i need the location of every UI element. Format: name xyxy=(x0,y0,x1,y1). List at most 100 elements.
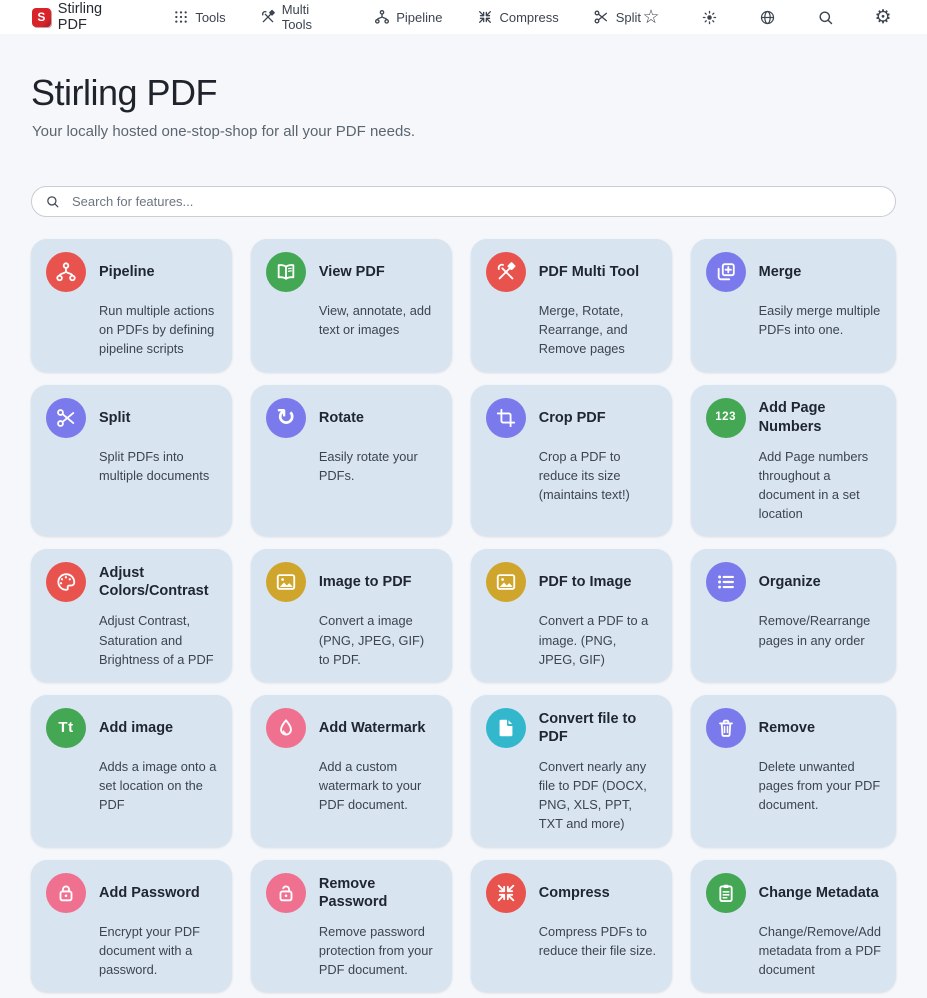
card-title: PDF Multi Tool xyxy=(539,263,639,281)
pipeline-icon xyxy=(373,9,390,26)
card-description: Compress PDFs to reduce their file size. xyxy=(539,922,657,960)
card-description: Remove password protection from your PDF… xyxy=(319,922,437,980)
card-add-page-numbers[interactable]: 123 Add Page Numbers Add Page numbers thro… xyxy=(691,385,896,537)
numbers-123-icon: 123 xyxy=(706,398,746,438)
card-title: Remove Password xyxy=(319,875,437,911)
settings-button[interactable]: ⚙ xyxy=(873,7,893,27)
card-description: Add a custom watermark to your PDF docum… xyxy=(319,757,437,815)
page-title: Stirling PDF xyxy=(31,72,896,114)
card-pipeline[interactable]: PipelineRun multiple actions on PDFs by … xyxy=(31,239,232,372)
search-input[interactable] xyxy=(70,193,882,210)
card-description: Change/Remove/Add metadata from a PDF do… xyxy=(759,922,881,980)
card-title: PDF to Image xyxy=(539,573,632,591)
brand-label: Stirling PDF xyxy=(58,1,135,33)
nav-item-split[interactable]: Split xyxy=(593,9,641,26)
card-add-watermark[interactable]: Add Watermark Add a custom watermark to y… xyxy=(251,695,452,847)
card-crop-pdf[interactable]: Crop PDFCrop a PDF to reduce its size (m… xyxy=(471,385,672,537)
unlock-icon xyxy=(266,873,306,913)
theme-toggle-button[interactable] xyxy=(699,7,719,27)
card-change-metadata[interactable]: Change Metadata Change/Remove/Add metadat… xyxy=(691,860,896,993)
card-description: View, annotate, add text or images xyxy=(319,301,437,339)
droplet-icon xyxy=(266,708,306,748)
scissors-icon xyxy=(593,9,610,26)
card-description: Convert nearly any file to PDF (DOCX, PN… xyxy=(539,757,657,834)
brand[interactable]: S Stirling PDF xyxy=(32,1,134,33)
card-merge[interactable]: Merge Easily merge multiple PDFs into one… xyxy=(691,239,896,372)
card-view-pdf[interactable]: View PDF View, annotate, add text or imag… xyxy=(251,239,452,372)
card-convert-file-to-pdf[interactable]: Convert file to PDF Convert nearly any fi… xyxy=(471,695,672,847)
merge-icon xyxy=(706,252,746,292)
card-adjust-colors-contrast[interactable]: Adjust Colors/Contrast Adjust Contrast, S… xyxy=(31,549,232,682)
nav-menu: Tools Multi Tools Pipeline Compress Split xyxy=(172,2,641,32)
card-organize[interactable]: Organize Remove/Rearrange pages in any or… xyxy=(691,549,896,682)
card-remove-password[interactable]: Remove Password Remove password protectio… xyxy=(251,860,452,993)
card-description: Split PDFs into multiple documents xyxy=(99,447,217,485)
star-icon: ☆ xyxy=(643,9,660,26)
card-title: Adjust Colors/Contrast xyxy=(99,564,217,600)
card-remove[interactable]: RemoveDelete unwanted pages from your PD… xyxy=(691,695,896,847)
rotate-icon: ↻ xyxy=(266,398,306,438)
nav-item-compress[interactable]: Compress xyxy=(476,9,558,26)
nav-item-label: Tools xyxy=(195,10,225,25)
nav-item-tools[interactable]: Tools xyxy=(172,9,225,26)
card-add-password[interactable]: Add PasswordEncrypt your PDF document wi… xyxy=(31,860,232,993)
card-title: Remove xyxy=(759,719,815,737)
search-bar xyxy=(31,186,896,217)
card-image-to-pdf[interactable]: Image to PDF Convert a image (PNG, JPEG, … xyxy=(251,549,452,682)
card-description: Remove/Rearrange pages in any order xyxy=(759,611,881,649)
card-description: Convert a image (PNG, JPEG, GIF) to PDF. xyxy=(319,611,437,669)
nav-actions: ☆⚙ xyxy=(641,7,893,27)
card-title: Add image xyxy=(99,719,173,737)
crop-icon xyxy=(486,398,526,438)
card-rotate[interactable]: ↻RotateEasily rotate your PDFs. xyxy=(251,385,452,537)
card-add-image[interactable]: Tt Add image Adds a image onto a set locat… xyxy=(31,695,232,847)
card-pdf-multi-tool[interactable]: PDF Multi Tool Merge, Rotate, Rearrange, … xyxy=(471,239,672,372)
search-icon xyxy=(45,194,60,209)
nav-item-label: Multi Tools xyxy=(282,2,340,32)
language-button[interactable] xyxy=(757,7,777,27)
card-title: Pipeline xyxy=(99,263,155,281)
card-description: Adjust Contrast, Saturation and Brightne… xyxy=(99,611,217,669)
lock-icon xyxy=(46,873,86,913)
gear-icon: ⚙ xyxy=(875,9,892,26)
card-title: Merge xyxy=(759,263,802,281)
card-compress[interactable]: CompressCompress PDFs to reduce their fi… xyxy=(471,860,672,993)
card-title: View PDF xyxy=(319,263,385,281)
nav-item-label: Compress xyxy=(499,10,558,25)
list-icon xyxy=(706,562,746,602)
card-split[interactable]: SplitSplit PDFs into multiple documents xyxy=(31,385,232,537)
search-button[interactable] xyxy=(815,7,835,27)
nav-item-multi-tools[interactable]: Multi Tools xyxy=(260,2,340,32)
card-description: Easily merge multiple PDFs into one. xyxy=(759,301,881,339)
main-content: Stirling PDF Your locally hosted one-sto… xyxy=(0,72,927,998)
text-type-icon: Tt xyxy=(46,708,86,748)
card-title: Add Page Numbers xyxy=(759,399,881,435)
card-description: Easily rotate your PDFs. xyxy=(319,447,437,485)
card-title: Add Password xyxy=(99,884,200,902)
card-pdf-to-image[interactable]: PDF to Image Convert a PDF to a image. (P… xyxy=(471,549,672,682)
nav-item-pipeline[interactable]: Pipeline xyxy=(373,9,442,26)
card-title: Add Watermark xyxy=(319,719,426,737)
card-title: Image to PDF xyxy=(319,573,412,591)
sun-icon xyxy=(701,9,718,26)
card-description: Add Page numbers throughout a document i… xyxy=(759,447,881,524)
card-title: Change Metadata xyxy=(759,884,879,902)
trash-icon xyxy=(706,708,746,748)
card-title: Organize xyxy=(759,573,821,591)
search-icon xyxy=(817,9,834,26)
features-grid: PipelineRun multiple actions on PDFs by … xyxy=(31,239,896,998)
nav-item-label: Pipeline xyxy=(396,10,442,25)
card-description: Adds a image onto a set location on the … xyxy=(99,757,217,815)
image-icon xyxy=(266,562,306,602)
grid-icon xyxy=(172,9,189,26)
globe-icon xyxy=(759,9,776,26)
stirling-logo-icon: S xyxy=(32,8,51,27)
favourites-button[interactable]: ☆ xyxy=(641,7,661,27)
file-icon xyxy=(486,708,526,748)
clipboard-icon xyxy=(706,873,746,913)
card-description: Convert a PDF to a image. (PNG, JPEG, GI… xyxy=(539,611,657,669)
card-title: Convert file to PDF xyxy=(539,710,657,746)
pipeline-icon xyxy=(46,252,86,292)
card-description: Crop a PDF to reduce its size (maintains… xyxy=(539,447,657,505)
card-description: Merge, Rotate, Rearrange, and Remove pag… xyxy=(539,301,657,359)
